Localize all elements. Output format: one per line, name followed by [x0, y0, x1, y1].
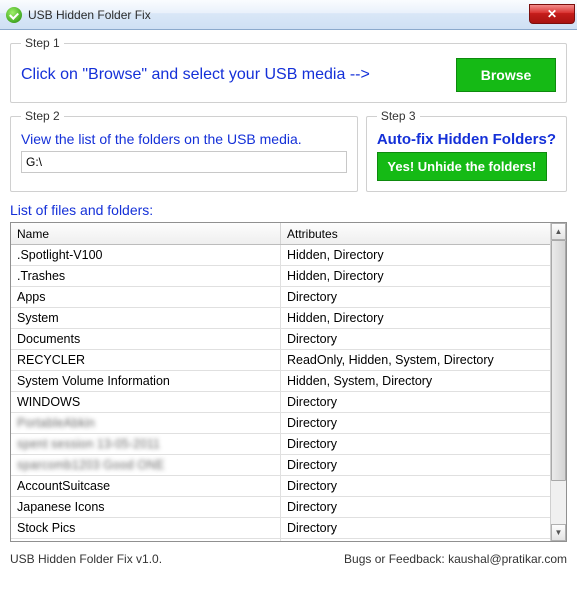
- usb-path-input[interactable]: [21, 151, 347, 173]
- cell-name: Documents: [11, 329, 281, 349]
- cell-name: Japanese Icons: [11, 497, 281, 517]
- table-row[interactable]: .TrashesHidden, Directory: [11, 266, 550, 287]
- table-row[interactable]: PortableAbkinDirectory: [11, 413, 550, 434]
- cell-name: .Spotlight-V100: [11, 245, 281, 265]
- table-row[interactable]: spent session 13-05-2011Directory: [11, 434, 550, 455]
- feedback-label: Bugs or Feedback: kaushal@pratikar.com: [344, 552, 567, 566]
- title-bar: USB Hidden Folder Fix ✕: [0, 0, 577, 30]
- browse-button[interactable]: Browse: [456, 58, 556, 92]
- list-heading: List of files and folders:: [10, 202, 567, 218]
- cell-name: sparcomb1203 Good ONE: [11, 455, 281, 475]
- cell-attributes: Directory: [281, 497, 550, 517]
- cell-attributes: Hidden, Directory: [281, 308, 550, 328]
- cell-attributes: Directory: [281, 476, 550, 496]
- cell-attributes: Directory: [281, 392, 550, 412]
- table-row[interactable]: Stock PicsDirectory: [11, 518, 550, 539]
- scroll-thumb[interactable]: [551, 240, 566, 481]
- step3-legend: Step 3: [377, 109, 420, 123]
- cell-name: Stock Pics: [11, 518, 281, 538]
- step1-legend: Step 1: [21, 36, 64, 50]
- cell-name: System: [11, 308, 281, 328]
- table-row[interactable]: Japanese IconsDirectory: [11, 497, 550, 518]
- cell-attributes: Directory: [281, 287, 550, 307]
- scroll-track[interactable]: [551, 240, 566, 524]
- cell-attributes: Directory: [281, 413, 550, 433]
- cell-attributes: Directory: [281, 518, 550, 538]
- cell-attributes: Directory: [281, 455, 550, 475]
- scroll-up-button[interactable]: ▲: [551, 223, 566, 240]
- unhide-button[interactable]: Yes! Unhide the folders!: [377, 152, 547, 181]
- cell-attributes: Directory: [281, 329, 550, 349]
- table-row[interactable]: .Spotlight-V100Hidden, Directory: [11, 245, 550, 266]
- status-bar: USB Hidden Folder Fix v1.0. Bugs or Feed…: [0, 546, 577, 570]
- cell-name: MDB: [11, 539, 281, 541]
- step2-legend: Step 2: [21, 109, 64, 123]
- step1-group: Step 1 Click on "Browse" and select your…: [10, 36, 567, 103]
- cell-name: spent session 13-05-2011: [11, 434, 281, 454]
- cell-name: .Trashes: [11, 266, 281, 286]
- cell-name: RECYCLER: [11, 350, 281, 370]
- column-header-attributes[interactable]: Attributes: [281, 223, 550, 244]
- cell-attributes: ReadOnly, Hidden, System, Directory: [281, 350, 550, 370]
- cell-name: WINDOWS: [11, 392, 281, 412]
- step2-instruction: View the list of the folders on the USB …: [21, 131, 347, 147]
- cell-name: AccountSuitcase: [11, 476, 281, 496]
- table-row[interactable]: AccountSuitcaseDirectory: [11, 476, 550, 497]
- cell-attributes: Hidden, Directory: [281, 266, 550, 286]
- cell-name: Apps: [11, 287, 281, 307]
- cell-attributes: Directory: [281, 539, 550, 541]
- step1-instruction: Click on "Browse" and select your USB me…: [21, 66, 446, 84]
- app-icon: [6, 7, 22, 23]
- step2-group: Step 2 View the list of the folders on t…: [10, 109, 358, 192]
- file-list: Name Attributes .Spotlight-V100Hidden, D…: [10, 222, 567, 542]
- cell-name: PortableAbkin: [11, 413, 281, 433]
- table-row[interactable]: RECYCLERReadOnly, Hidden, System, Direct…: [11, 350, 550, 371]
- close-icon: ✕: [547, 7, 557, 21]
- version-label: USB Hidden Folder Fix v1.0.: [10, 552, 162, 566]
- table-row[interactable]: DocumentsDirectory: [11, 329, 550, 350]
- step3-group: Step 3 Auto-fix Hidden Folders? Yes! Unh…: [366, 109, 567, 192]
- vertical-scrollbar[interactable]: ▲ ▼: [550, 223, 567, 541]
- cell-attributes: Hidden, System, Directory: [281, 371, 550, 391]
- table-row[interactable]: MDBDirectory: [11, 539, 550, 541]
- cell-attributes: Hidden, Directory: [281, 245, 550, 265]
- table-row[interactable]: WINDOWSDirectory: [11, 392, 550, 413]
- cell-name: System Volume Information: [11, 371, 281, 391]
- scroll-down-button[interactable]: ▼: [551, 524, 566, 541]
- window-title: USB Hidden Folder Fix: [28, 8, 151, 22]
- table-row[interactable]: System Volume InformationHidden, System,…: [11, 371, 550, 392]
- step3-instruction: Auto-fix Hidden Folders?: [377, 131, 556, 148]
- column-header-name[interactable]: Name: [11, 223, 281, 244]
- list-header: Name Attributes: [11, 223, 550, 245]
- close-button[interactable]: ✕: [529, 4, 575, 24]
- cell-attributes: Directory: [281, 434, 550, 454]
- table-row[interactable]: SystemHidden, Directory: [11, 308, 550, 329]
- content-area: Step 1 Click on "Browse" and select your…: [0, 30, 577, 546]
- table-row[interactable]: sparcomb1203 Good ONEDirectory: [11, 455, 550, 476]
- table-row[interactable]: AppsDirectory: [11, 287, 550, 308]
